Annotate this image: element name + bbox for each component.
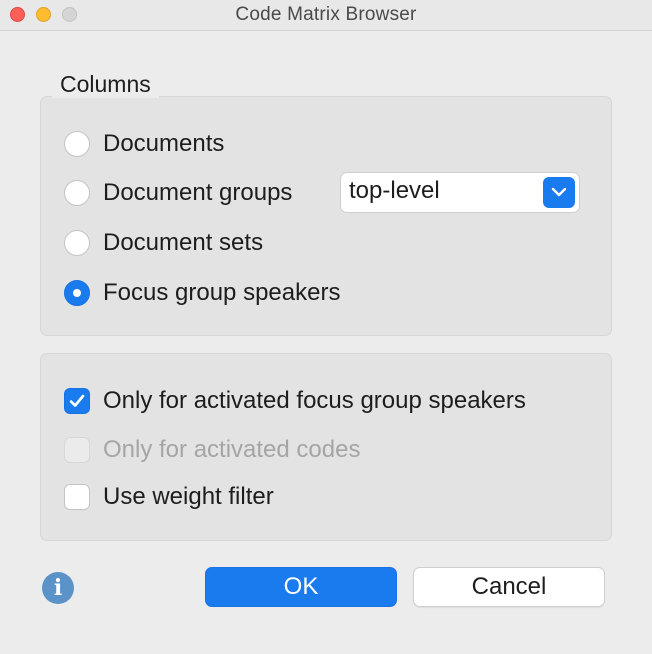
checkbox-label: Only for activated codes — [103, 436, 361, 463]
cancel-button[interactable]: Cancel — [413, 567, 605, 607]
checkbox — [64, 437, 90, 463]
checkbox-label: Use weight filter — [103, 483, 274, 510]
checkbox-activated-codes: Only for activated codes — [64, 434, 360, 466]
radio-button[interactable] — [64, 230, 90, 256]
radio-button[interactable] — [64, 280, 90, 306]
radio-focus-group-speakers[interactable]: Focus group speakers — [64, 277, 340, 309]
title-bar: Code Matrix Browser — [0, 0, 652, 31]
radio-button[interactable] — [64, 180, 90, 206]
window-title: Code Matrix Browser — [235, 4, 417, 25]
columns-group-title: Columns — [52, 70, 159, 98]
ok-button[interactable]: OK — [205, 567, 397, 607]
radio-label: Document groups — [103, 179, 293, 206]
chevron-down-icon[interactable] — [543, 177, 575, 208]
checkbox-label: Only for activated focus group speakers — [103, 387, 526, 414]
radio-document-groups[interactable]: Document groups — [64, 177, 292, 209]
info-icon[interactable]: i — [42, 572, 74, 604]
radio-label: Document sets — [103, 229, 264, 256]
radio-label: Documents — [103, 130, 225, 157]
checkbox-weight-filter[interactable]: Use weight filter — [64, 481, 274, 513]
radio-button[interactable] — [64, 131, 90, 157]
radio-label: Focus group speakers — [103, 279, 341, 306]
radio-document-sets[interactable]: Document sets — [64, 227, 263, 259]
select-value: top-level — [349, 177, 440, 204]
checkbox[interactable] — [64, 484, 90, 510]
document-groups-select[interactable]: top-level — [340, 172, 580, 213]
checkbox[interactable] — [64, 388, 90, 414]
checkbox-activated-speakers[interactable]: Only for activated focus group speakers — [64, 385, 526, 417]
radio-documents[interactable]: Documents — [64, 128, 224, 160]
